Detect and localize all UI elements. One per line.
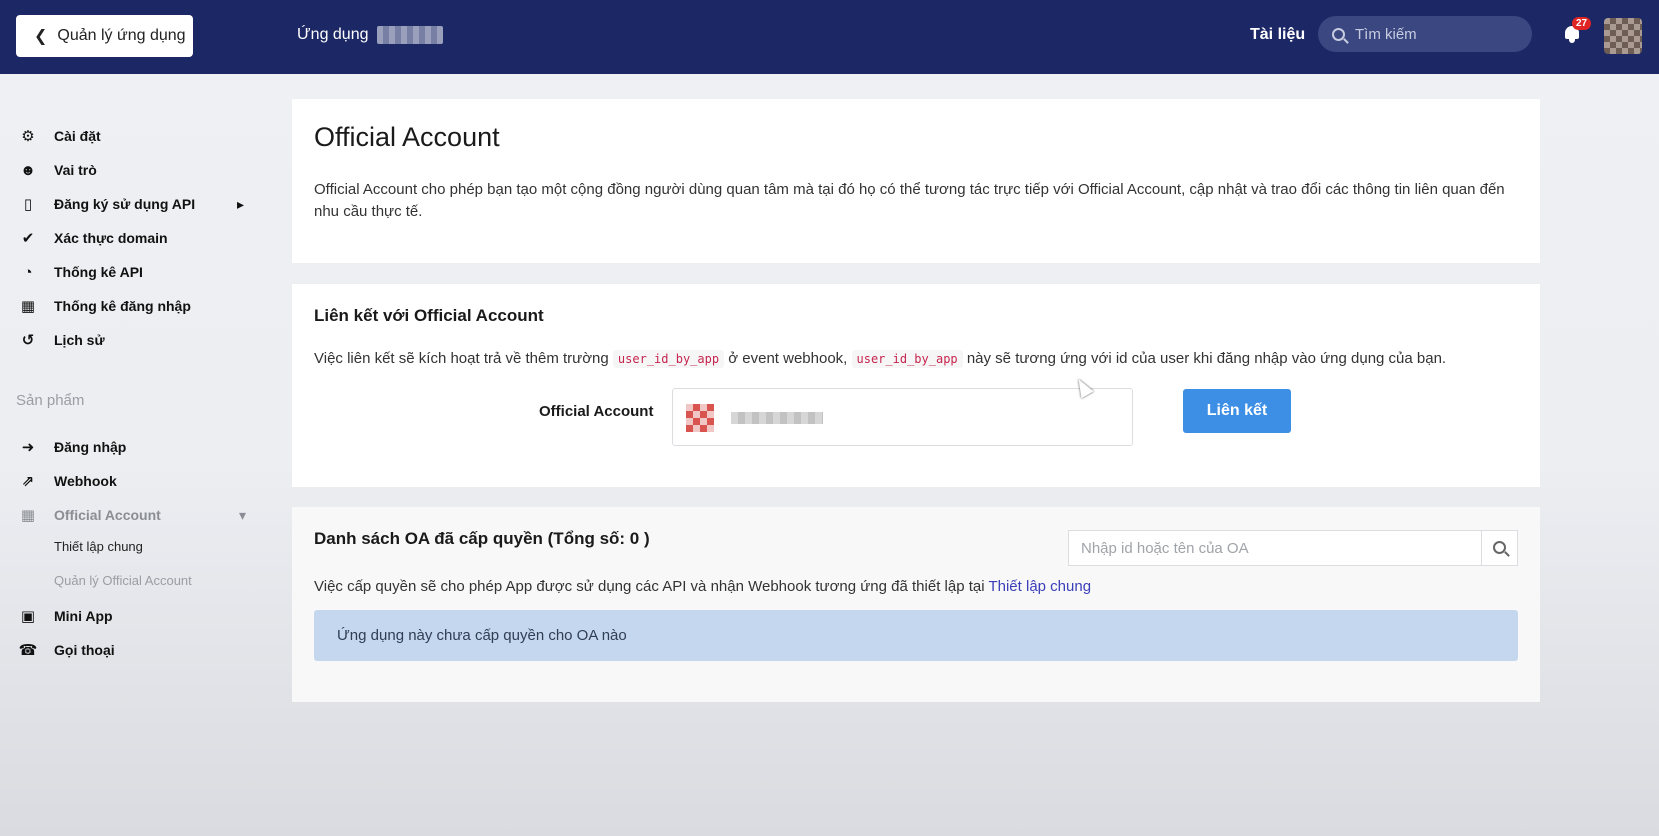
back-to-apps-button[interactable]: ❮ Quản lý ứng dụng (16, 15, 193, 57)
sidebar-item-login[interactable]: ➜ Đăng nhập (18, 436, 127, 458)
sidebar-item-label: Official Account (54, 507, 161, 523)
oa-list-description: Việc cấp quyền sẽ cho phép App được sử d… (314, 578, 1091, 595)
gauge-icon: ◔ (23, 263, 33, 281)
top-header: ❮ Quản lý ứng dụng Ứng dụng Tài liệu 27 (0, 0, 1659, 74)
oa-select[interactable] (672, 388, 1133, 446)
id-card-icon: ▦ (20, 507, 36, 524)
external-link-icon: ⇗ (21, 473, 35, 490)
sidebar-item-label: Webhook (54, 473, 117, 489)
sign-in-icon: ➜ (21, 439, 35, 456)
inbox-icon: ▯ (23, 196, 33, 213)
oa-list-title: Danh sách OA đã cấp quyền (Tổng số: 0 ) (314, 529, 650, 548)
caret-down-icon: ▾ (238, 506, 246, 523)
oa-search-button[interactable] (1481, 531, 1517, 565)
link-button[interactable]: Liên kết (1183, 389, 1291, 433)
search-icon (1332, 27, 1345, 41)
oa-name-redacted (731, 412, 823, 424)
products-section-label: Sản phẩm (16, 392, 85, 409)
sidebar-item-label: Gọi thoại (54, 642, 115, 658)
general-settings-link[interactable]: Thiết lập chung (988, 578, 1091, 595)
gear-icon: ⚙ (21, 128, 35, 145)
sidebar-item-label: Thống kê đăng nhập (54, 298, 191, 314)
intro-description: Official Account cho phép bạn tạo một cộ… (314, 181, 1505, 220)
sidebar-item-voice-call[interactable]: ☎ Gọi thoại (18, 639, 115, 661)
empty-state-message: Ứng dụng này chưa cấp quyền cho OA nào (337, 627, 627, 644)
sidebar-item-label: Xác thực domain (54, 230, 168, 246)
sidebar-item-label: Cài đặt (54, 128, 101, 144)
phone-icon: ☎ (18, 642, 38, 659)
sidebar-item-label: Thống kê API (54, 264, 143, 280)
notification-badge: 27 (1572, 17, 1592, 30)
sidebar-item-history[interactable]: ↺ Lịch sử (18, 329, 105, 351)
check-circle-icon: ✔ (21, 230, 35, 247)
back-button-label: Quản lý ứng dụng (57, 27, 186, 44)
empty-state-alert: Ứng dụng này chưa cấp quyền cho OA nào (314, 610, 1518, 661)
oa-logo (686, 404, 714, 432)
sidebar-item-label: Mini App (54, 608, 113, 624)
sidebar-subitem-manage-oa[interactable]: Quản lý Official Account (54, 573, 192, 588)
sidebar-item-api-stats[interactable]: ◔ Thống kê API (18, 261, 143, 283)
sidebar-item-label: Lịch sử (54, 332, 105, 348)
link-section-description: Việc liên kết sẽ kích hoạt trả về thêm t… (314, 350, 1447, 368)
sidebar: ⚙ Cài đặt ☻ Vai trò ▯ Đăng ký sử dụng AP… (0, 74, 270, 836)
header-search-input[interactable] (1355, 25, 1515, 43)
avatar[interactable] (1604, 18, 1642, 54)
app-title-label: Ứng dụng (297, 26, 369, 43)
sidebar-item-domain-verify[interactable]: ✔ Xác thực domain (18, 227, 168, 249)
link-desc-text: này sẽ tương ứng với id của user khi đăn… (966, 350, 1447, 367)
code-tag: user_id_by_app (851, 350, 963, 368)
sidebar-item-settings[interactable]: ⚙ Cài đặt (18, 125, 101, 147)
grant-desc-text: Việc cấp quyền sẽ cho phép App được sử d… (314, 578, 985, 595)
sidebar-subitem-general-settings[interactable]: Thiết lập chung (54, 539, 143, 554)
chevron-left-icon: ❮ (34, 28, 48, 45)
bar-chart-icon: ▦ (20, 298, 36, 315)
page-title: Official Account (314, 122, 500, 152)
caret-right-icon: ▸ (236, 195, 244, 212)
sidebar-item-label: Vai trò (54, 162, 97, 178)
link-oa-card: Liên kết với Official Account Việc liên … (292, 284, 1540, 487)
granted-oa-card: Danh sách OA đã cấp quyền (Tổng số: 0 ) … (292, 507, 1540, 702)
cube-icon: ▣ (20, 608, 36, 625)
sidebar-item-mini-app[interactable]: ▣ Mini App (18, 605, 113, 627)
link-section-title: Liên kết với Official Account (314, 306, 544, 325)
app-name-redacted (376, 26, 443, 44)
intro-card: Official Account Official Account cho ph… (292, 99, 1540, 263)
user-circle-icon: ☻ (20, 161, 36, 179)
sidebar-item-login-stats[interactable]: ▦ Thống kê đăng nhập (18, 295, 191, 317)
sidebar-item-webhook[interactable]: ⇗ Webhook (18, 470, 117, 492)
sidebar-item-roles[interactable]: ☻ Vai trò (18, 159, 97, 181)
oa-search-input[interactable] (1069, 531, 1481, 565)
sidebar-item-api-register[interactable]: ▯ Đăng ký sử dụng API ▸ (18, 193, 244, 215)
header-search[interactable] (1318, 16, 1532, 52)
link-desc-text: Việc liên kết sẽ kích hoạt trả về thêm t… (314, 350, 609, 367)
sidebar-item-label: Đăng ký sử dụng API (54, 196, 196, 212)
link-desc-text: ở event webhook, (728, 350, 848, 367)
app-title: Ứng dụng (297, 26, 443, 44)
sidebar-item-label: Đăng nhập (54, 439, 127, 455)
search-icon (1493, 541, 1506, 554)
code-tag: user_id_by_app (612, 350, 725, 368)
docs-link[interactable]: Tài liệu (1250, 26, 1305, 44)
oa-field-label: Official Account (539, 403, 654, 420)
sidebar-item-official-account[interactable]: ▦ Official Account ▾ (18, 504, 246, 526)
history-icon: ↺ (21, 332, 35, 349)
oa-search (1068, 530, 1518, 566)
